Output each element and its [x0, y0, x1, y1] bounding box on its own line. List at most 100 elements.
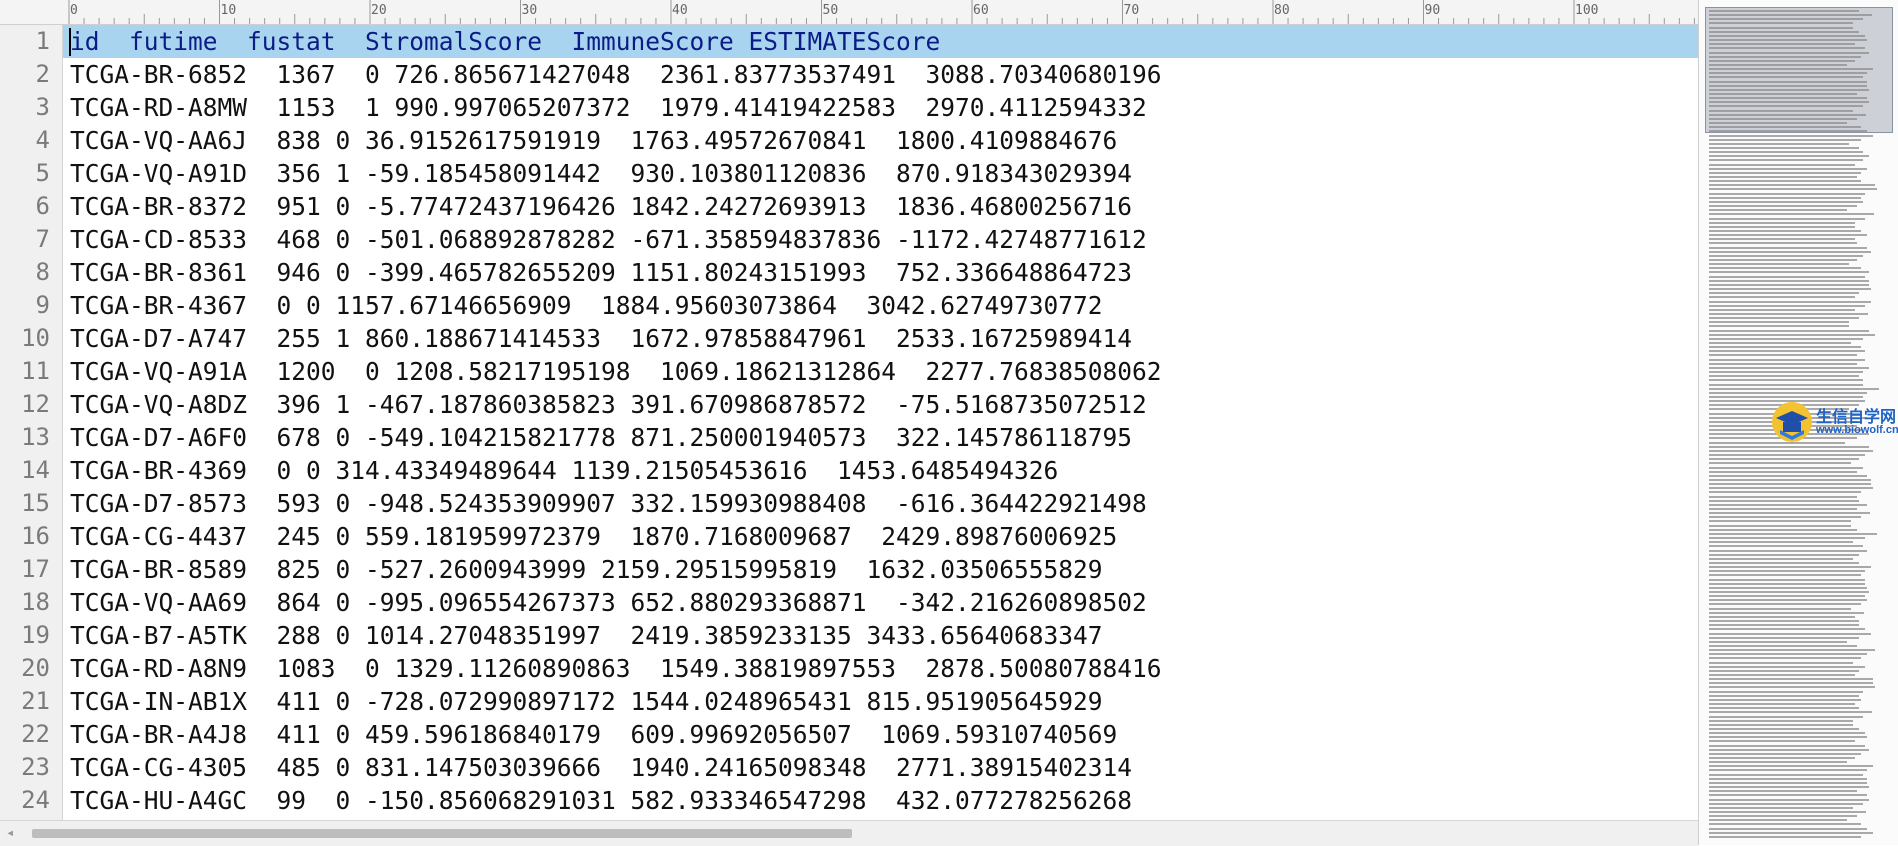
line-number: 22 — [21, 720, 50, 748]
ruler-label: 0 — [70, 3, 78, 18]
horizontal-scrollbar[interactable]: ◂ — [0, 820, 1698, 846]
minimap-line — [1709, 549, 1867, 552]
minimap-line — [1709, 72, 1867, 75]
minimap-line — [1709, 761, 1847, 764]
minimap-line — [1709, 109, 1853, 112]
horizontal-scroll-thumb[interactable] — [32, 829, 852, 838]
data-row[interactable]: TCGA-BR-8372 951 0 -5.77472437196426 184… — [63, 190, 1132, 223]
minimap-line — [1709, 200, 1863, 203]
line-number: 16 — [21, 522, 50, 550]
minimap-line — [1709, 101, 1869, 104]
minimap-line — [1709, 76, 1863, 79]
minimap-line — [1709, 810, 1866, 813]
data-row[interactable]: TCGA-BR-4369 0 0 314.43349489644 1139.21… — [63, 454, 1058, 487]
minimap-line — [1709, 557, 1853, 560]
minimap-line — [1709, 184, 1875, 187]
data-row[interactable]: TCGA-D7-A6F0 678 0 -549.104215821778 871… — [63, 421, 1132, 454]
data-row[interactable]: TCGA-CD-8533 468 0 -501.068892878282 -67… — [63, 223, 1147, 256]
minimap-line — [1709, 499, 1859, 502]
minimap-line — [1709, 59, 1855, 62]
minimap-line — [1709, 151, 1863, 154]
minimap-line — [1709, 798, 1869, 801]
minimap-line — [1709, 130, 1867, 133]
minimap-line — [1709, 603, 1861, 606]
minimap-line — [1709, 773, 1863, 776]
line-number-gutter[interactable]: 1 2 3 4 5 6 7 8 9 10 11 12 13 14 15 16 17 18 19 20 21 22 23 24 — [0, 25, 63, 820]
minimap-line — [1709, 395, 1863, 398]
data-row[interactable]: TCGA-BR-8361 946 0 -399.465782655209 115… — [63, 256, 1132, 289]
minimap-line — [1709, 711, 1872, 714]
data-row[interactable]: TCGA-BR-6852 1367 0 726.865671427048 236… — [63, 58, 1162, 91]
minimap-line — [1709, 346, 1861, 349]
data-row[interactable]: TCGA-BR-8589 825 0 -527.2600943999 2159.… — [63, 553, 1103, 586]
data-row[interactable]: TCGA-BR-4367 0 0 1157.67146656909 1884.9… — [63, 289, 1103, 322]
minimap-line — [1709, 279, 1869, 282]
data-row[interactable]: TCGA-CG-4437 245 0 559.181959972379 1870… — [63, 520, 1117, 553]
minimap-line — [1709, 171, 1861, 174]
minimap-line — [1709, 375, 1859, 378]
line-number: 21 — [21, 687, 50, 715]
minimap-line — [1709, 63, 1847, 66]
header-row[interactable]: id futime fustat StromalScore ImmuneScor… — [63, 25, 1698, 58]
minimap-line — [1709, 55, 1861, 58]
data-row[interactable]: TCGA-VQ-A91D 356 1 -59.185458091442 930.… — [63, 157, 1132, 190]
minimap-line — [1709, 574, 1861, 577]
minimap-line — [1709, 752, 1861, 755]
minimap-line — [1709, 636, 1859, 639]
minimap-line — [1709, 146, 1859, 149]
minimap-line — [1709, 387, 1879, 390]
minimap-line — [1709, 495, 1857, 498]
minimap-line — [1709, 458, 1859, 461]
data-row[interactable]: TCGA-B7-A5TK 288 0 1014.27048351997 2419… — [63, 619, 1103, 652]
text-editor-area[interactable]: id futime fustat StromalScore ImmuneScor… — [63, 25, 1698, 820]
data-row[interactable]: TCGA-BR-A4J8 411 0 459.596186840179 609.… — [63, 718, 1117, 751]
minimap-line — [1709, 217, 1865, 220]
line-number: 7 — [35, 225, 50, 253]
minimap-line — [1709, 620, 1859, 623]
minimap-line — [1709, 350, 1865, 353]
minimap-line — [1709, 250, 1871, 253]
minimap-line — [1709, 653, 1867, 656]
minimap-line — [1709, 163, 1855, 166]
minimap-line — [1709, 470, 1857, 473]
line-number: 13 — [21, 423, 50, 451]
data-row[interactable]: TCGA-HU-A4GC 99 0 -150.856068291031 582.… — [63, 784, 1132, 817]
minimap-line — [1709, 632, 1871, 635]
data-row[interactable]: TCGA-IN-AB1X 411 0 -728.072990897172 154… — [63, 685, 1103, 718]
data-row[interactable]: TCGA-VQ-A91A 1200 0 1208.58217195198 106… — [63, 355, 1162, 388]
scroll-left-arrow-icon[interactable]: ◂ — [6, 825, 14, 841]
data-row[interactable]: TCGA-RD-A8N9 1083 0 1329.11260890863 154… — [63, 652, 1162, 685]
data-row[interactable]: TCGA-CG-4305 485 0 831.147503039666 1940… — [63, 751, 1132, 784]
minimap-line — [1709, 512, 1870, 515]
minimap-line — [1709, 615, 1855, 618]
minimap-line — [1709, 379, 1863, 382]
line-number: 19 — [21, 621, 50, 649]
line-number: 5 — [35, 159, 50, 187]
line-number: 24 — [21, 786, 50, 814]
minimap-line — [1709, 10, 1859, 12]
minimap-line — [1709, 727, 1859, 730]
minimap-line — [1709, 823, 1861, 826]
minimap-line — [1709, 97, 1867, 100]
minimap-line — [1709, 105, 1863, 108]
data-row[interactable]: TCGA-D7-8573 593 0 -948.524353909907 332… — [63, 487, 1147, 520]
data-row[interactable]: TCGA-VQ-A8DZ 396 1 -467.187860385823 391… — [63, 388, 1147, 421]
data-row[interactable]: TCGA-VQ-AA69 864 0 -995.096554267373 652… — [63, 586, 1147, 619]
minimap-line — [1709, 669, 1859, 672]
minimap-line — [1709, 831, 1873, 834]
minimap-line — [1709, 657, 1861, 660]
minimap-line — [1709, 267, 1861, 270]
data-row[interactable]: TCGA-D7-A747 255 1 860.188671414533 1672… — [63, 322, 1132, 355]
data-row[interactable]: TCGA-RD-A8MW 1153 1 990.997065207372 197… — [63, 91, 1147, 124]
ruler-label: 50 — [822, 3, 839, 18]
data-row[interactable]: TCGA-VQ-AA6J 838 0 36.9152617591919 1763… — [63, 124, 1117, 157]
minimap-line — [1709, 769, 1867, 772]
line-number: 10 — [21, 324, 50, 352]
minimap-line — [1709, 221, 1855, 224]
minimap-line — [1709, 296, 1855, 299]
minimap-line — [1709, 628, 1865, 631]
minimap-line — [1709, 209, 1847, 212]
line-number: 11 — [21, 357, 50, 385]
minimap-line — [1709, 308, 1855, 311]
minimap-line — [1709, 765, 1873, 768]
